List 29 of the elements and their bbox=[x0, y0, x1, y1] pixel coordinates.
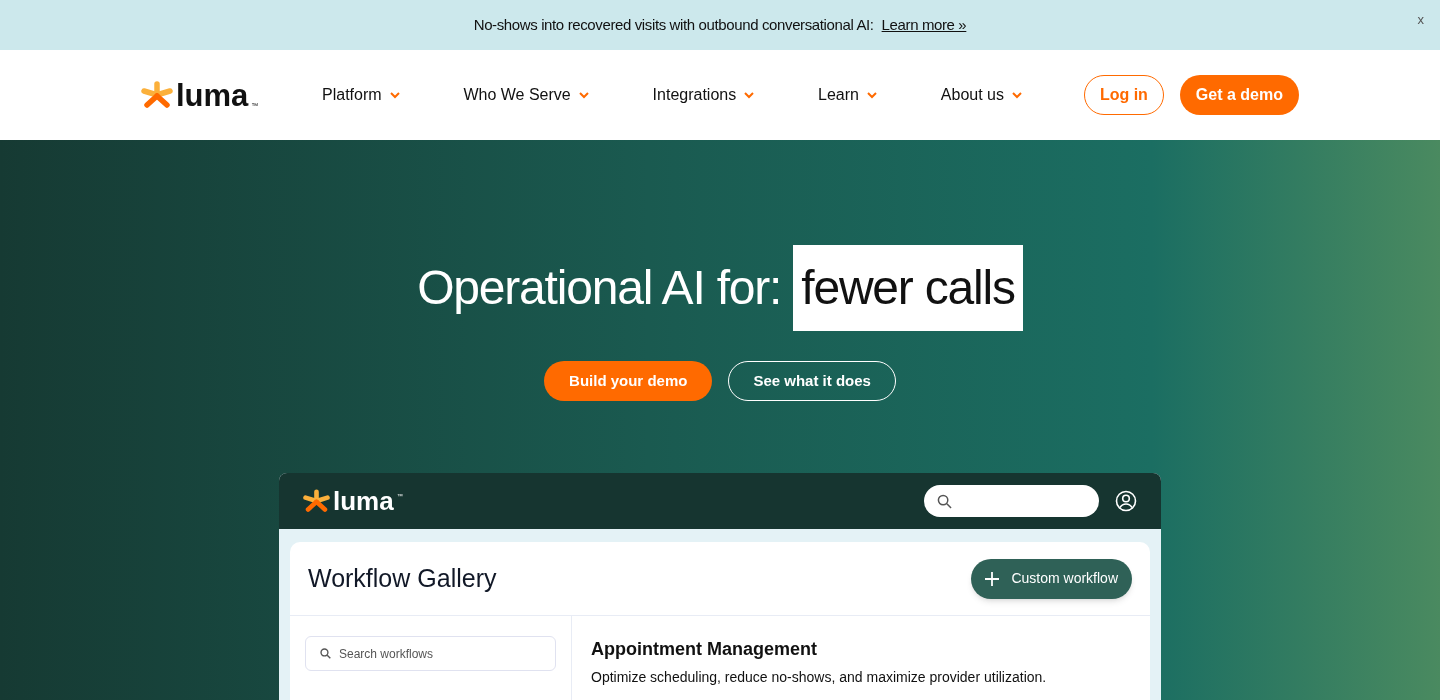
user-account-icon[interactable] bbox=[1115, 490, 1137, 512]
asterisk-logo-icon bbox=[303, 489, 330, 513]
section-title: Appointment Management bbox=[591, 638, 818, 661]
hero-headline: Operational AI for: bbox=[417, 260, 782, 316]
chevron-down-icon bbox=[578, 91, 589, 99]
nav-menu-item[interactable]: Integrations bbox=[652, 83, 755, 107]
nav-menu-item[interactable]: About us bbox=[940, 83, 1022, 107]
section-description: Optimize scheduling, reduce no-shows, and maximize provider utilization. bbox=[591, 668, 1047, 687]
close-button[interactable]: x bbox=[1417, 10, 1424, 30]
search-icon bbox=[937, 493, 952, 509]
app-search-field[interactable] bbox=[924, 485, 1099, 517]
hero-highlight-text: fewer calls bbox=[793, 245, 1023, 331]
chevron-down-icon bbox=[867, 91, 877, 99]
nav-menu-item[interactable]: Who We Serve bbox=[463, 83, 589, 107]
learn-more-link[interactable]: Learn more » bbox=[881, 13, 967, 37]
app-logo-text: luma bbox=[333, 488, 394, 514]
nav-menu-item[interactable]: Platform bbox=[322, 83, 400, 107]
nav-menu-item[interactable]: Learn bbox=[818, 83, 877, 107]
plus-icon bbox=[985, 571, 1000, 586]
logo-text: luma bbox=[176, 79, 249, 111]
gallery-title: Workflow Gallery bbox=[308, 562, 497, 594]
custom-workflow-button[interactable]: Custom workflow bbox=[971, 558, 1132, 599]
search-icon bbox=[320, 648, 331, 659]
chevron-down-icon bbox=[389, 91, 400, 99]
asterisk-logo-icon bbox=[141, 81, 173, 109]
banner-text: No-shows into recovered visits with outbound conversational AI: bbox=[473, 14, 874, 35]
workflow-search-field[interactable]: Search workflows bbox=[305, 636, 556, 671]
chevron-down-icon bbox=[1012, 91, 1022, 99]
chevron-down-icon bbox=[744, 91, 755, 99]
